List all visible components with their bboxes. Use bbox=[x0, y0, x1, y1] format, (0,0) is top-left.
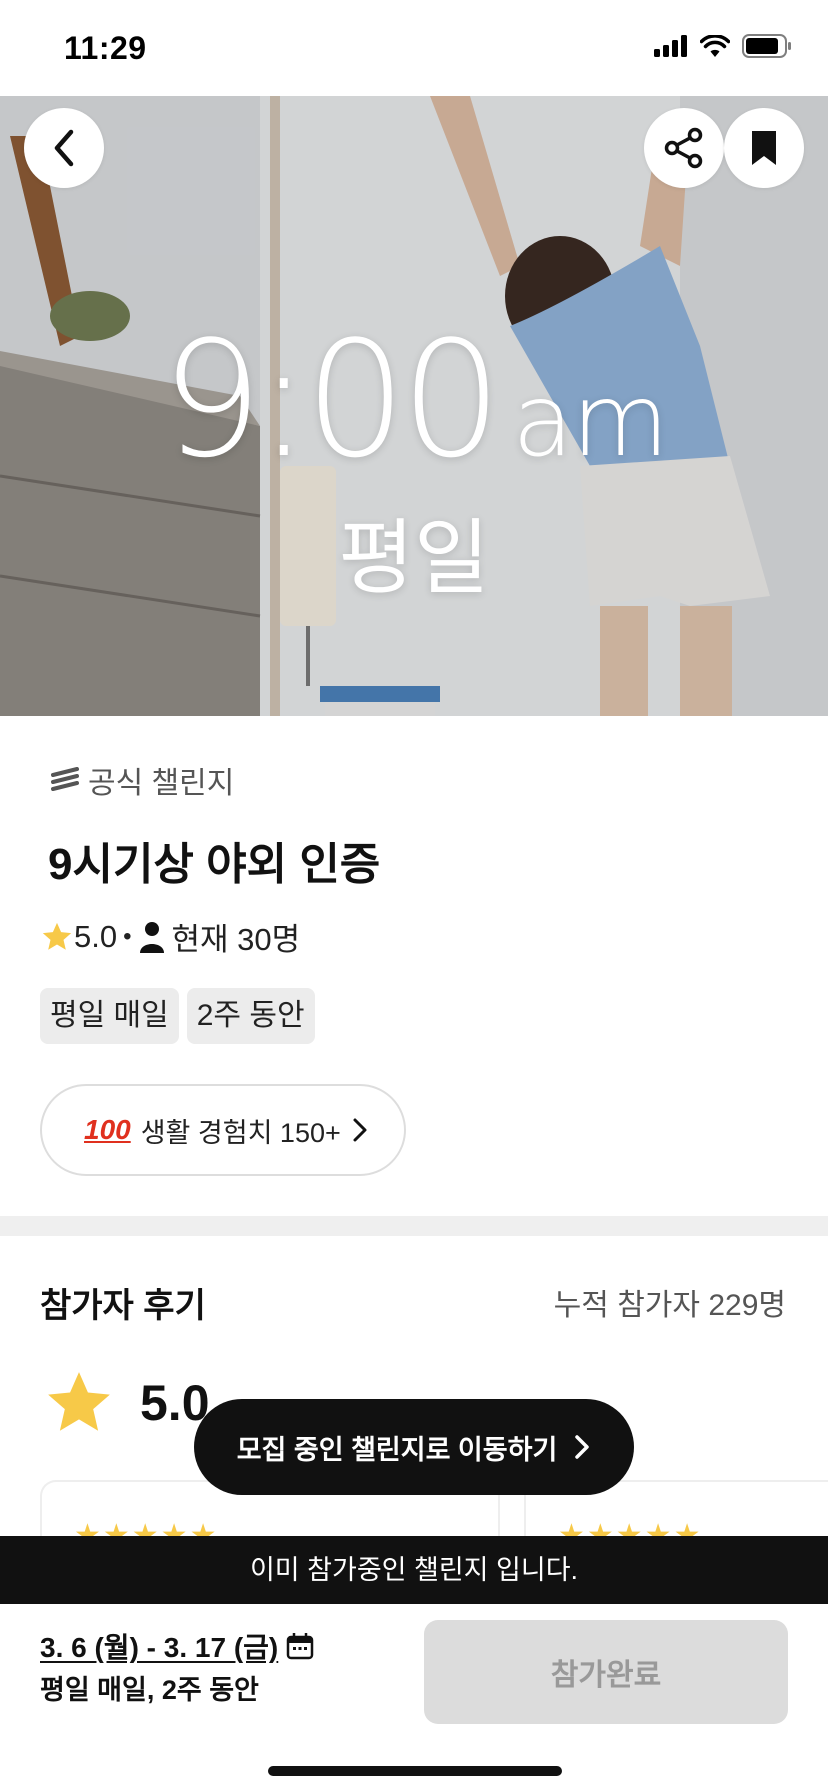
xp-button[interactable]: 100 생활 경험치 150+ bbox=[40, 1084, 406, 1176]
chevron-left-icon bbox=[54, 129, 74, 167]
hundred-points-icon: 100 bbox=[84, 1114, 131, 1145]
bottom-bar: 3. 6 (월) - 3. 17 (금) 평일 매일, 2주 동안 참가완료 bbox=[0, 1604, 828, 1792]
status-icons bbox=[654, 34, 792, 58]
bookmark-icon bbox=[752, 131, 776, 165]
join-complete-button[interactable]: 참가완료 bbox=[424, 1620, 788, 1724]
signal-icon bbox=[654, 35, 687, 57]
back-button[interactable] bbox=[24, 108, 104, 188]
official-challenge-badge: 공식 챌린지 bbox=[50, 758, 234, 802]
star-icon bbox=[42, 922, 72, 950]
rating-star-icon bbox=[48, 1372, 110, 1431]
chevron-right-icon bbox=[575, 1435, 590, 1459]
participants-now: 현재 30명 bbox=[171, 922, 301, 957]
challenge-tags: 평일 매일 2주 동안 bbox=[40, 988, 315, 1044]
home-indicator bbox=[268, 1766, 562, 1776]
official-badge-label: 공식 챌린지 bbox=[88, 767, 235, 800]
challenge-title: 9시기상 야외 인증 bbox=[48, 840, 381, 889]
status-time: 11:29 bbox=[64, 30, 147, 66]
tag-duration: 2주 동안 bbox=[186, 988, 315, 1044]
rating-text: 5.0 bbox=[74, 918, 118, 954]
person-icon bbox=[139, 921, 164, 953]
official-logo-icon bbox=[51, 767, 79, 791]
meta-separator: • bbox=[123, 922, 132, 950]
tag-frequency: 평일 매일 bbox=[40, 988, 179, 1044]
schedule-text: 평일 매일, 2주 동안 bbox=[40, 1675, 259, 1705]
share-button[interactable] bbox=[644, 108, 724, 188]
hero-time-value: 9:00 bbox=[161, 306, 502, 493]
challenge-meta: 5.0 • 현재 30명 bbox=[40, 914, 300, 959]
go-recruiting-challenge-button[interactable]: 모집 중인 챌린지로 이동하기 bbox=[194, 1399, 634, 1495]
already-joined-notice: 이미 참가중인 챌린지 입니다. bbox=[0, 1536, 828, 1604]
cta-label: 모집 중인 챌린지로 이동하기 bbox=[236, 1434, 558, 1465]
section-divider bbox=[0, 1216, 828, 1236]
xp-label: 생활 경험치 150+ bbox=[140, 1117, 341, 1148]
share-icon bbox=[664, 127, 703, 169]
reviews-title: 참가자 후기 bbox=[40, 1287, 206, 1325]
hero-time: 9:00 am bbox=[0, 306, 828, 493]
battery-icon bbox=[742, 34, 791, 58]
status-bar: 11:29 bbox=[0, 0, 828, 96]
hero-image: 9:00 am 평일 bbox=[0, 96, 828, 716]
date-range-text: 3. 6 (월) - 3. 17 (금) bbox=[40, 1632, 279, 1663]
bookmark-button[interactable] bbox=[724, 108, 804, 188]
calendar-icon bbox=[287, 1633, 314, 1660]
hero-time-suffix: am bbox=[512, 362, 669, 479]
date-range[interactable]: 3. 6 (월) - 3. 17 (금) bbox=[40, 1626, 314, 1666]
chevron-right-icon bbox=[353, 1118, 367, 1142]
hero-day-label: 평일 bbox=[338, 513, 490, 604]
wifi-icon bbox=[700, 35, 730, 57]
cumulative-participants: 누적 참가자 229명 bbox=[553, 1289, 786, 1322]
